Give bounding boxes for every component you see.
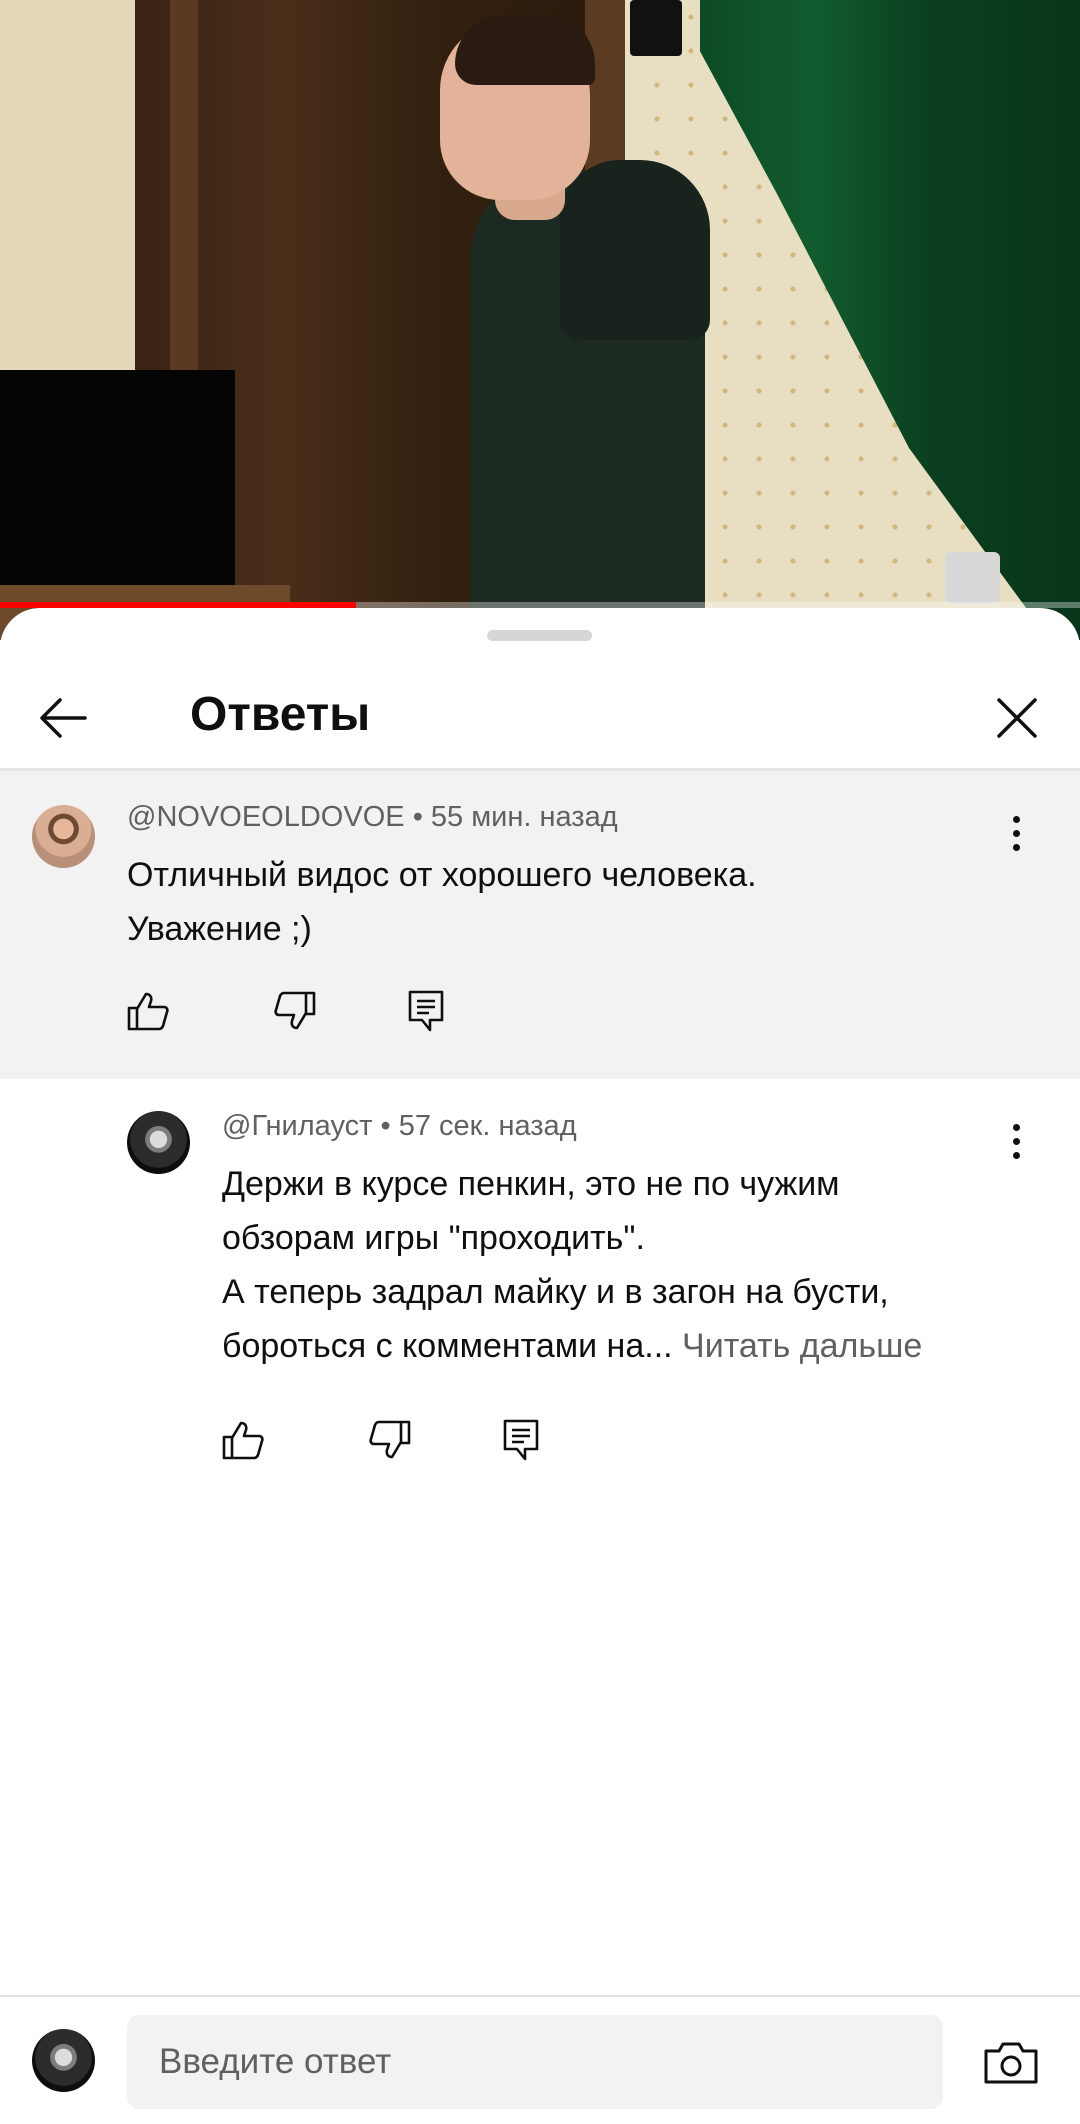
comment-time: 55 мин. назад xyxy=(430,801,618,833)
drag-handle[interactable] xyxy=(487,630,592,641)
avatar[interactable] xyxy=(127,1111,190,1174)
more-options-button[interactable] xyxy=(996,1111,1036,1171)
more-options-button[interactable] xyxy=(996,803,1036,863)
dislike-button[interactable] xyxy=(366,1416,414,1464)
read-more-link[interactable]: Читать дальше xyxy=(682,1327,922,1365)
reply-input[interactable] xyxy=(127,2015,943,2109)
like-button[interactable] xyxy=(219,1416,267,1464)
thumb-up-icon xyxy=(127,992,169,1031)
comment-reply-icon xyxy=(503,1419,539,1461)
close-icon xyxy=(997,698,1037,738)
video-frame-wall xyxy=(0,0,140,380)
sheet-header: Ответы xyxy=(0,663,1080,768)
comment-meta: @NOVOEOLDOVOE • 55 мин. назад xyxy=(127,799,618,835)
current-user-avatar xyxy=(32,2029,95,2092)
avatar[interactable] xyxy=(32,805,95,868)
more-vert-icon xyxy=(1012,1123,1020,1131)
comment-author[interactable]: @Гнилауст xyxy=(222,1110,372,1142)
page-title: Ответы xyxy=(190,688,371,741)
back-button[interactable] xyxy=(28,683,98,753)
thumb-down-icon xyxy=(274,991,316,1030)
comment-text: Отличный видос от хорошего человека. Ува… xyxy=(127,856,757,948)
camera-button[interactable] xyxy=(978,2030,1044,2096)
comment-author[interactable]: @NOVOEOLDOVOE xyxy=(127,801,405,833)
thumb-up-icon xyxy=(222,1421,264,1460)
meta-separator: • xyxy=(412,801,423,833)
dislike-button[interactable] xyxy=(271,987,319,1035)
thumb-down-icon xyxy=(369,1420,411,1459)
meta-separator: • xyxy=(380,1110,391,1142)
like-button[interactable] xyxy=(124,987,172,1035)
parent-comment: @NOVOEOLDOVOE • 55 мин. назад Отличный в… xyxy=(0,771,1080,1079)
video-player[interactable] xyxy=(0,0,1080,640)
more-vert-icon xyxy=(1012,815,1020,823)
arrow-left-icon xyxy=(40,698,87,738)
camera-icon xyxy=(984,2042,1038,2084)
reply-button[interactable] xyxy=(402,987,450,1035)
replies-sheet: Ответы @NOVOEOLDOVOE • 55 мин. назад Отл… xyxy=(0,608,1080,2124)
close-button[interactable] xyxy=(982,683,1052,753)
comment-text: Держи в курсе пенкин, это не по чужим об… xyxy=(222,1165,923,1365)
comment-reply-icon xyxy=(408,990,444,1032)
comment-meta: @Гнилауст • 57 сек. назад xyxy=(222,1108,577,1144)
comment-time: 57 сек. назад xyxy=(398,1110,577,1142)
divider xyxy=(0,1995,1080,1997)
reply-button[interactable] xyxy=(497,1416,545,1464)
